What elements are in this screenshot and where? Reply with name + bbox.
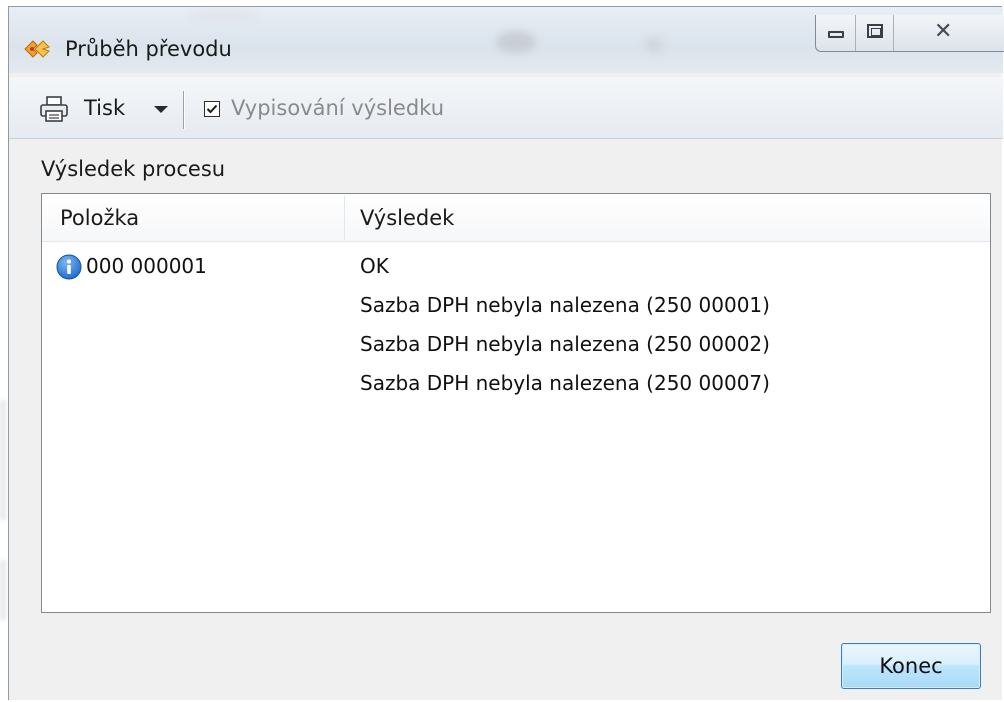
- edge-shadow: [0, 560, 6, 620]
- print-button-label[interactable]: Tisk: [84, 96, 125, 120]
- title-bar-glass-reflection: [189, 11, 259, 21]
- list-item-result[interactable]: OK: [360, 254, 389, 278]
- maximize-icon: [867, 24, 883, 38]
- checkmark-icon: [206, 104, 218, 114]
- title-bar-glass-reflection: [645, 37, 663, 53]
- show-results-checkbox[interactable]: [204, 101, 220, 117]
- toolbar: Tisk Vypisování výsledku: [9, 77, 1003, 139]
- finish-button[interactable]: Konec: [841, 643, 981, 689]
- maximize-button[interactable]: [856, 15, 894, 51]
- info-icon: [56, 254, 82, 280]
- list-item-result[interactable]: Sazba DPH nebyla nalezena (250 00001): [360, 293, 770, 317]
- column-header-item[interactable]: Položka: [60, 206, 139, 230]
- list-item-id[interactable]: 000 000001: [86, 254, 207, 278]
- section-title: Výsledek procesu: [41, 157, 226, 181]
- caption-buttons: ✕: [815, 15, 1004, 52]
- list-header: Položka Výsledek: [42, 194, 990, 242]
- minimize-button[interactable]: [816, 15, 856, 51]
- list-item-result[interactable]: Sazba DPH nebyla nalezena (250 00007): [360, 371, 770, 395]
- printer-icon[interactable]: [39, 95, 69, 123]
- results-list[interactable]: Položka Výsledek 000 000001 OK Sazba DPH…: [41, 193, 991, 613]
- list-item-result[interactable]: Sazba DPH nebyla nalezena (250 00002): [360, 332, 770, 356]
- column-header-result[interactable]: Výsledek: [360, 206, 454, 230]
- show-results-label[interactable]: Vypisování výsledku: [231, 96, 444, 120]
- title-bar[interactable]: Průběh převodu ✕: [9, 7, 1004, 73]
- dialog-window: Průběh převodu ✕ Tisk Vypisování výsledk…: [8, 6, 1004, 700]
- window-title: Průběh převodu: [65, 37, 232, 61]
- print-dropdown-chevron-down-icon[interactable]: [154, 106, 168, 113]
- toolbar-separator: [183, 91, 184, 129]
- title-bar-glass-reflection: [496, 31, 536, 53]
- minimize-icon: [828, 31, 844, 38]
- edge-shadow: [0, 400, 6, 520]
- close-icon: ✕: [934, 19, 953, 44]
- transfer-app-icon: [24, 40, 50, 58]
- column-divider[interactable]: [344, 196, 345, 240]
- close-button[interactable]: ✕: [894, 15, 1004, 51]
